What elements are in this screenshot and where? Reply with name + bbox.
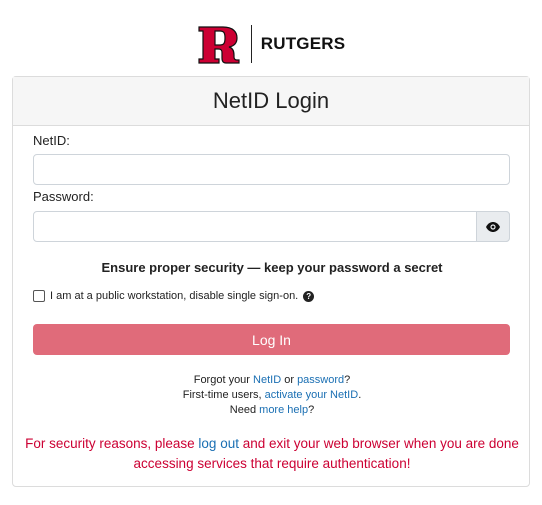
- password-label: Password:: [33, 189, 94, 204]
- question-circle-icon[interactable]: ?: [303, 290, 315, 302]
- security-warning: For security reasons, please log out and…: [13, 434, 531, 474]
- card-header: NetID Login: [13, 77, 529, 126]
- forgot-suffix: ?: [344, 374, 351, 386]
- password-input[interactable]: [33, 211, 510, 242]
- eye-icon: [486, 221, 500, 232]
- warning-prefix: For security reasons, please: [25, 436, 199, 451]
- logout-link[interactable]: log out: [198, 436, 239, 451]
- forgot-netid-link[interactable]: NetID: [253, 374, 281, 386]
- first-time-line: First-time users, activate your NetID.: [13, 388, 531, 403]
- public-workstation-label[interactable]: I am at a public workstation, disable si…: [50, 290, 298, 302]
- first-time-suffix: .: [358, 389, 362, 401]
- logo-wordmark: RUTGERS: [260, 34, 346, 53]
- public-workstation-checkbox[interactable]: [33, 290, 45, 302]
- first-time-prefix: First-time users,: [182, 389, 265, 401]
- more-help-link[interactable]: more help: [259, 404, 308, 416]
- rutgers-r-logo-icon: [198, 26, 240, 64]
- show-password-button[interactable]: [476, 211, 510, 242]
- login-button[interactable]: Log In: [33, 324, 510, 355]
- forgot-prefix: Forgot your: [193, 374, 254, 386]
- need-suffix: ?: [308, 404, 315, 416]
- help-links: Forgot your NetID or password? First-tim…: [13, 373, 531, 418]
- need-help-line: Need more help?: [13, 403, 531, 418]
- public-workstation-row: I am at a public workstation, disable si…: [33, 290, 315, 302]
- rutgers-logo: RUTGERS: [0, 22, 542, 66]
- login-card: NetID Login NetID: Password: Ensure prop…: [12, 76, 530, 487]
- logo-divider: [250, 25, 252, 63]
- need-prefix: Need: [229, 404, 260, 416]
- netid-label: NetID:: [33, 133, 70, 148]
- netid-input[interactable]: [33, 154, 510, 185]
- forgot-line: Forgot your NetID or password?: [13, 373, 531, 388]
- activate-netid-link[interactable]: activate your NetID: [265, 389, 359, 401]
- page-title: NetID Login: [212, 88, 330, 113]
- security-note: Ensure proper security — keep your passw…: [101, 260, 443, 275]
- forgot-password-link[interactable]: password: [297, 374, 344, 386]
- or-text: or: [281, 374, 298, 386]
